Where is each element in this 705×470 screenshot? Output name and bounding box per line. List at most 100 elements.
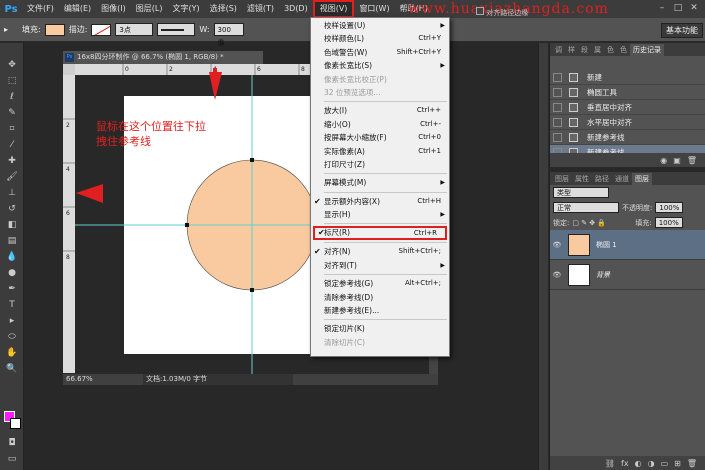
blur-tool-icon[interactable]: 💧	[0, 249, 24, 265]
view-menu-item[interactable]: ✔ 对齐(N) Shift+Ctrl+;	[311, 245, 449, 258]
view-menu-item[interactable]: 锁定切片(K)	[311, 322, 449, 335]
panel-tab[interactable]: 色	[617, 44, 630, 56]
menu-item[interactable]: 图像(I)	[96, 0, 131, 18]
panel-tab[interactable]: 调	[552, 44, 565, 56]
panel-tab[interactable]: 属	[591, 44, 604, 56]
panel-tab[interactable]: 色	[604, 44, 617, 56]
screen-mode-icon[interactable]: ▭	[0, 451, 24, 467]
close-icon[interactable]: ✕	[688, 2, 700, 14]
menu-item[interactable]: 图层(L)	[131, 0, 168, 18]
marquee-tool-icon[interactable]: ⬚	[0, 73, 24, 89]
view-menu-item[interactable]: 实际像素(A) Ctrl+1	[311, 145, 449, 158]
menu-item[interactable]: 滤镜(T)	[242, 0, 279, 18]
visibility-eye-icon[interactable]: 👁	[550, 241, 564, 249]
stroke-type-dropdown[interactable]	[157, 23, 196, 36]
left-ruler[interactable]: 2 4 6 8	[63, 75, 75, 373]
layer-row[interactable]: 👁 背景	[550, 260, 705, 290]
stamp-tool-icon[interactable]: ⊥	[0, 185, 24, 201]
gradient-tool-icon[interactable]: ▤	[0, 233, 24, 249]
fx-icon[interactable]: fx	[621, 459, 629, 468]
view-menu-item[interactable]: 显示(H) ▶	[311, 208, 449, 221]
panel-tab[interactable]: 历史记录	[630, 44, 664, 56]
hand-tool-icon[interactable]: ✋	[0, 345, 24, 361]
delete-layer-icon[interactable]: 🗑	[687, 459, 697, 468]
panel-tab[interactable]: 通道	[612, 173, 632, 185]
history-item[interactable]: 新建	[550, 70, 705, 85]
panel-tab[interactable]: 样	[565, 44, 578, 56]
menu-item[interactable]: 3D(D)	[279, 0, 313, 18]
view-menu-item[interactable]: ✔ 显示额外内容(X) Ctrl+H	[311, 195, 449, 208]
menu-item[interactable]: 编辑(E)	[59, 0, 96, 18]
document-tab[interactable]: Ps 16x8四分环制作 @ 66.7% (椭圆 1, RGB/8) *	[63, 51, 263, 64]
history-item[interactable]: 垂直居中对齐	[550, 100, 705, 115]
path-select-tool-icon[interactable]: ▸	[0, 313, 24, 329]
view-menu-item[interactable]: 像素长宽比(S) ▶	[311, 59, 449, 72]
layer-name[interactable]: 背景	[596, 270, 610, 280]
shape-tool-icon[interactable]: ▸	[4, 25, 18, 34]
lasso-tool-icon[interactable]: ℓ	[0, 89, 24, 105]
stroke-size-field[interactable]: 3点	[115, 23, 154, 36]
mask-icon[interactable]: ◐	[635, 459, 642, 468]
layer-kind-filter[interactable]: 类型	[553, 187, 609, 198]
history-brush-tool-icon[interactable]: ↺	[0, 201, 24, 217]
panel-tab[interactable]: 图层	[632, 173, 652, 185]
healing-tool-icon[interactable]: ✚	[0, 153, 24, 169]
width-field[interactable]: 300 像	[213, 23, 244, 47]
stroke-swatch[interactable]	[91, 23, 112, 36]
fill-field[interactable]: 100%	[654, 217, 683, 228]
zoom-tool-icon[interactable]: 🔍	[0, 361, 24, 377]
view-menu-item[interactable]: 锁定参考线(G) Alt+Ctrl+;	[311, 277, 449, 290]
new-layer-icon[interactable]: ⊞	[674, 459, 681, 468]
history-source-checkbox[interactable]	[553, 102, 562, 112]
ruler-origin[interactable]	[63, 64, 75, 75]
menu-item[interactable]: 选择(S)	[205, 0, 242, 18]
lock-icons[interactable]: ▢ ✎ ✥ 🔒	[572, 219, 632, 227]
menu-item[interactable]: 文件(F)	[22, 0, 59, 18]
fill-swatch[interactable]	[44, 23, 65, 36]
view-menu-item[interactable]: 按屏幕大小缩放(F) Ctrl+0	[311, 131, 449, 144]
view-menu-item[interactable]: ✔ 标尺(R) Ctrl+R	[313, 226, 447, 241]
layer-name[interactable]: 椭圆 1	[596, 240, 617, 250]
folder-icon[interactable]: ▭	[661, 459, 669, 468]
view-menu-item[interactable]: 屏幕模式(M) ▶	[311, 176, 449, 189]
eraser-tool-icon[interactable]: ◧	[0, 217, 24, 233]
view-menu-item[interactable]: 缩小(O) Ctrl+-	[311, 118, 449, 131]
workspace-switcher[interactable]: 基本功能	[661, 23, 703, 38]
panel-tab[interactable]: 属性	[572, 173, 592, 185]
view-menu-item[interactable]: 对齐到(T) ▶	[311, 259, 449, 272]
panel-tab[interactable]: 路径	[592, 173, 612, 185]
align-edges-checkbox[interactable]	[476, 7, 484, 15]
adjustment-icon[interactable]: ◑	[648, 459, 655, 468]
menu-item[interactable]: 文字(Y)	[167, 0, 204, 18]
link-icon[interactable]: ⛓	[605, 459, 615, 468]
snapshot-icon[interactable]: ◉	[660, 156, 667, 165]
type-tool-icon[interactable]: T	[0, 297, 24, 313]
history-item[interactable]: 椭圆工具	[550, 85, 705, 100]
minimize-icon[interactable]: –	[656, 2, 668, 14]
history-item[interactable]: 新建参考线	[550, 130, 705, 145]
view-menu-item[interactable]: 校样设置(U) ▶	[311, 19, 449, 32]
eyedropper-tool-icon[interactable]: ⁄	[0, 137, 24, 153]
menu-item[interactable]: 视图(V)	[312, 0, 355, 18]
view-menu-item[interactable]: 校样颜色(L) Ctrl+Y	[311, 32, 449, 45]
pen-tool-icon[interactable]: ✒	[0, 281, 24, 297]
view-menu-item[interactable]: 色域警告(W) Shift+Ctrl+Y	[311, 46, 449, 59]
zoom-level[interactable]: 66.67%	[66, 374, 93, 385]
view-menu-item[interactable]: 打印尺寸(Z)	[311, 158, 449, 171]
visibility-eye-icon[interactable]: 👁	[550, 271, 564, 279]
opacity-field[interactable]: 100%	[655, 202, 684, 213]
blend-mode-select[interactable]: 正常	[553, 202, 619, 213]
ellipse-tool-icon[interactable]: ⬭	[0, 329, 24, 345]
quick-mask-icon[interactable]: ◘	[0, 435, 24, 451]
panel-tab[interactable]: 图层	[552, 173, 572, 185]
history-source-checkbox[interactable]	[553, 117, 562, 127]
dodge-tool-icon[interactable]: ●	[0, 265, 24, 281]
view-menu-item[interactable]: 新建参考线(E)...	[311, 304, 449, 317]
maximize-icon[interactable]: □	[672, 2, 684, 14]
document-info[interactable]: 文档:1.03M/0 字节	[143, 374, 293, 385]
crop-tool-icon[interactable]: ⌗	[0, 121, 24, 137]
layer-row[interactable]: 👁 椭圆 1	[550, 230, 705, 260]
history-source-checkbox[interactable]	[553, 72, 562, 82]
move-tool-icon[interactable]: ✥	[0, 57, 24, 73]
panel-tab[interactable]: 段	[578, 44, 591, 56]
